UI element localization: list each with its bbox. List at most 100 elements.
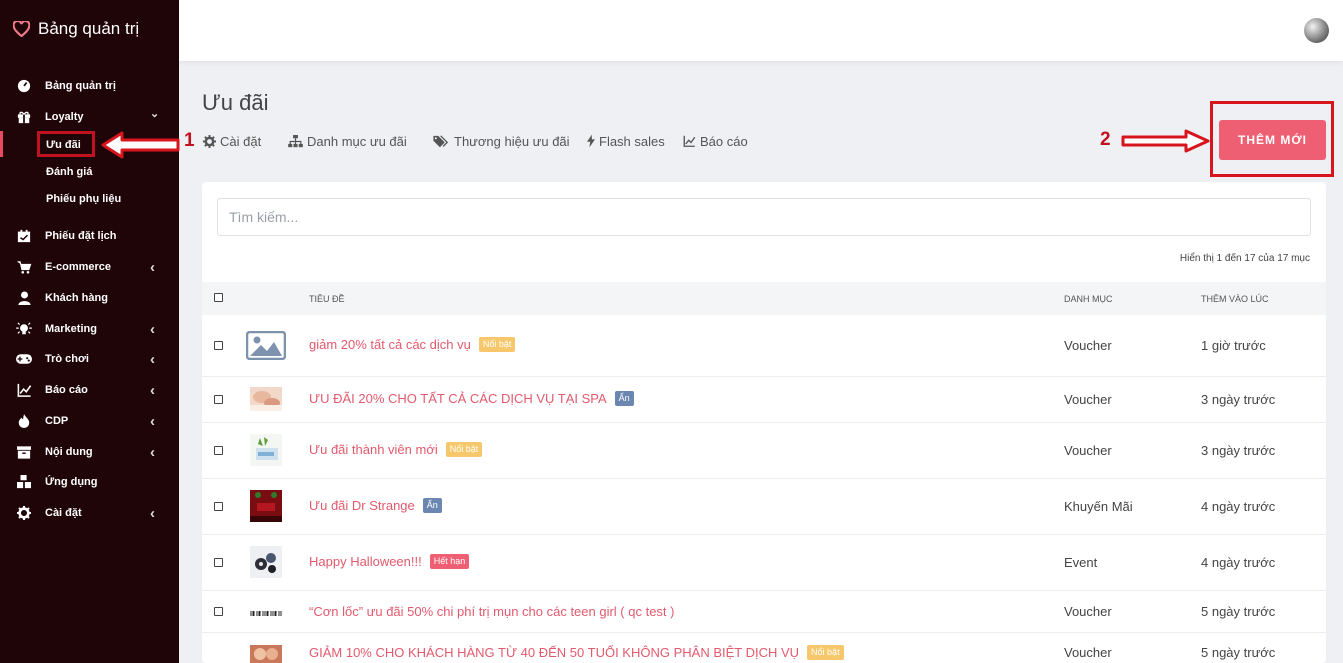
row-title-link[interactable]: Happy Halloween!!! Hết hạn	[309, 554, 470, 569]
row-checkbox[interactable]	[214, 341, 223, 350]
chevron-down-icon: ⌄	[150, 108, 160, 120]
annotation-arrow-left	[101, 131, 180, 159]
chart-line-icon	[16, 383, 32, 397]
row-category: Voucher	[1064, 443, 1112, 458]
subnav-brands[interactable]: Thương hiệu ưu đãi	[433, 132, 570, 150]
dashboard-icon	[16, 79, 32, 93]
row-title-link[interactable]: Ưu đãi thành viên mới Nổi bật	[309, 442, 483, 457]
status-badge: Ẩn	[422, 498, 442, 513]
subnav-settings[interactable]: Cài đặt	[203, 132, 261, 150]
top-bar	[179, 0, 1343, 61]
row-title-link[interactable]: “Cơn lốc” ưu đãi 50% chi phí trị mụn cho…	[309, 604, 675, 619]
sidebar-item-label: Loyalty	[45, 111, 84, 123]
sidebar-item-label: E-commerce	[45, 261, 112, 273]
chevron-left-icon: ‹	[150, 258, 155, 276]
sidebar-subitem-danh-gia[interactable]: Đánh giá	[46, 166, 92, 178]
row-title: giảm 20% tất cả các dịch vụ	[309, 337, 471, 352]
subnav-reports[interactable]: Báo cáo	[683, 132, 748, 150]
row-divider	[202, 534, 1326, 535]
row-title: ƯU ĐÃI 20% CHO TẤT CẢ CÁC DỊCH VỤ TẠI SP…	[309, 391, 607, 406]
row-added-time: 5 ngày trước	[1201, 645, 1276, 660]
subnav-label: Danh mục ưu đãi	[307, 133, 407, 149]
sidebar-item-content[interactable]: Nội dung ‹	[0, 440, 179, 464]
row-title-link[interactable]: ƯU ĐÃI 20% CHO TẤT CẢ CÁC DỊCH VỤ TẠI SP…	[309, 391, 634, 406]
row-category: Voucher	[1064, 604, 1112, 619]
sidebar-subitem-uu-dai[interactable]: Ưu đãi	[46, 139, 81, 151]
annotation-arrow-right	[1121, 129, 1210, 153]
sidebar-item-label: Báo cáo	[45, 384, 88, 396]
column-header-title[interactable]: TIÊU ĐỀ	[309, 294, 345, 304]
row-checkbox[interactable]	[214, 446, 223, 455]
subnav-label: Flash sales	[599, 133, 665, 149]
brand[interactable]: Bảng quản trị	[13, 19, 139, 39]
user-icon	[16, 291, 32, 305]
subnav-label: Báo cáo	[700, 133, 748, 149]
brand-title: Bảng quản trị	[38, 19, 140, 38]
sidebar-item-customers[interactable]: Khách hàng	[0, 286, 179, 310]
row-checkbox[interactable]	[214, 502, 223, 511]
row-title: “Cơn lốc” ưu đãi 50% chi phí trị mụn cho…	[309, 604, 675, 619]
row-category: Event	[1064, 555, 1098, 570]
chart-line-icon	[683, 135, 696, 147]
sidebar-item-label: CDP	[45, 415, 69, 427]
row-divider	[202, 376, 1326, 377]
chevron-left-icon: ‹	[150, 350, 155, 368]
sidebar-item-dashboard[interactable]: Bảng quản trị	[0, 74, 179, 98]
sidebar-item-loyalty[interactable]: Loyalty ⌄	[0, 105, 179, 129]
row-divider	[202, 632, 1326, 633]
select-all-checkbox[interactable]	[214, 293, 223, 302]
bulb-icon	[16, 322, 32, 336]
row-title-link[interactable]: GIẢM 10% CHO KHÁCH HÀNG TỪ 40 ĐẾN 50 TUỔ…	[309, 645, 844, 660]
search-input[interactable]	[217, 198, 1311, 236]
row-added-time: 4 ngày trước	[1201, 555, 1276, 570]
row-checkbox[interactable]	[214, 558, 223, 567]
row-added-time: 3 ngày trước	[1201, 392, 1276, 407]
row-divider	[202, 422, 1326, 423]
chevron-left-icon: ‹	[150, 504, 155, 522]
bolt-icon	[587, 134, 595, 148]
sidebar-item-ecommerce[interactable]: E-commerce ‹	[0, 255, 179, 279]
row-title: Ưu đãi Dr Strange	[309, 498, 415, 513]
row-added-time: 1 giờ trước	[1201, 338, 1266, 353]
column-header-added[interactable]: THÊM VÀO LÚC	[1201, 294, 1269, 304]
row-title: Happy Halloween!!!	[309, 554, 422, 569]
sidebar-item-apps[interactable]: Ứng dụng	[0, 470, 179, 494]
row-title: GIẢM 10% CHO KHÁCH HÀNG TỪ 40 ĐẾN 50 TUỔ…	[309, 645, 800, 660]
status-badge: Nổi bật	[445, 442, 483, 457]
image-placeholder-icon	[246, 331, 286, 360]
cubes-icon	[16, 475, 32, 489]
row-checkbox[interactable]	[214, 607, 223, 616]
thumbnail-image	[250, 546, 282, 578]
row-title-link[interactable]: giảm 20% tất cả các dịch vụ Nổi bật	[309, 337, 516, 352]
sidebar-item-booking[interactable]: Phiếu đặt lịch	[0, 224, 179, 248]
subnav-categories[interactable]: Danh mục ưu đãi	[288, 132, 407, 150]
thumbnail-image	[250, 434, 282, 466]
thumbnail-image	[250, 490, 282, 522]
tags-icon	[433, 134, 449, 147]
sidebar-item-cdp[interactable]: CDP ‹	[0, 409, 179, 433]
sidebar-subitem-phieu-phu-lieu[interactable]: Phiếu phụ liệu	[46, 193, 121, 205]
row-divider	[202, 478, 1326, 479]
sidebar-item-label: Marketing	[45, 323, 97, 335]
sidebar-item-settings[interactable]: Cài đặt ‹	[0, 501, 179, 525]
add-new-button[interactable]: THÊM MỚI	[1219, 120, 1326, 160]
sidebar-item-reports[interactable]: Báo cáo ‹	[0, 378, 179, 402]
subnav-label: Cài đặt	[220, 133, 262, 149]
sidebar: Bảng quản trị Bảng quản trị Loyalty ⌄ Ưu…	[0, 0, 179, 663]
sidebar-item-marketing[interactable]: Marketing ‹	[0, 317, 179, 341]
subnav-flash-sales[interactable]: Flash sales	[587, 132, 665, 150]
status-badge: Ẩn	[614, 391, 634, 406]
archive-icon	[16, 445, 32, 459]
avatar[interactable]	[1304, 18, 1329, 43]
subnav-label: Thương hiệu ưu đãi	[454, 133, 570, 149]
sidebar-item-label: Trò chơi	[45, 353, 89, 365]
chevron-left-icon: ‹	[150, 320, 155, 338]
status-badge: Nổi bật	[807, 645, 844, 660]
column-header-category[interactable]: DANH MỤC	[1064, 294, 1113, 304]
row-title-link[interactable]: Ưu đãi Dr Strange Ẩn	[309, 498, 442, 513]
sidebar-item-games[interactable]: Trò chơi ‹	[0, 347, 179, 371]
status-badge: Nổi bật	[478, 337, 516, 352]
chevron-left-icon: ‹	[150, 443, 155, 461]
row-checkbox[interactable]	[214, 395, 223, 404]
row-category: Khuyến Mãi	[1064, 499, 1133, 514]
